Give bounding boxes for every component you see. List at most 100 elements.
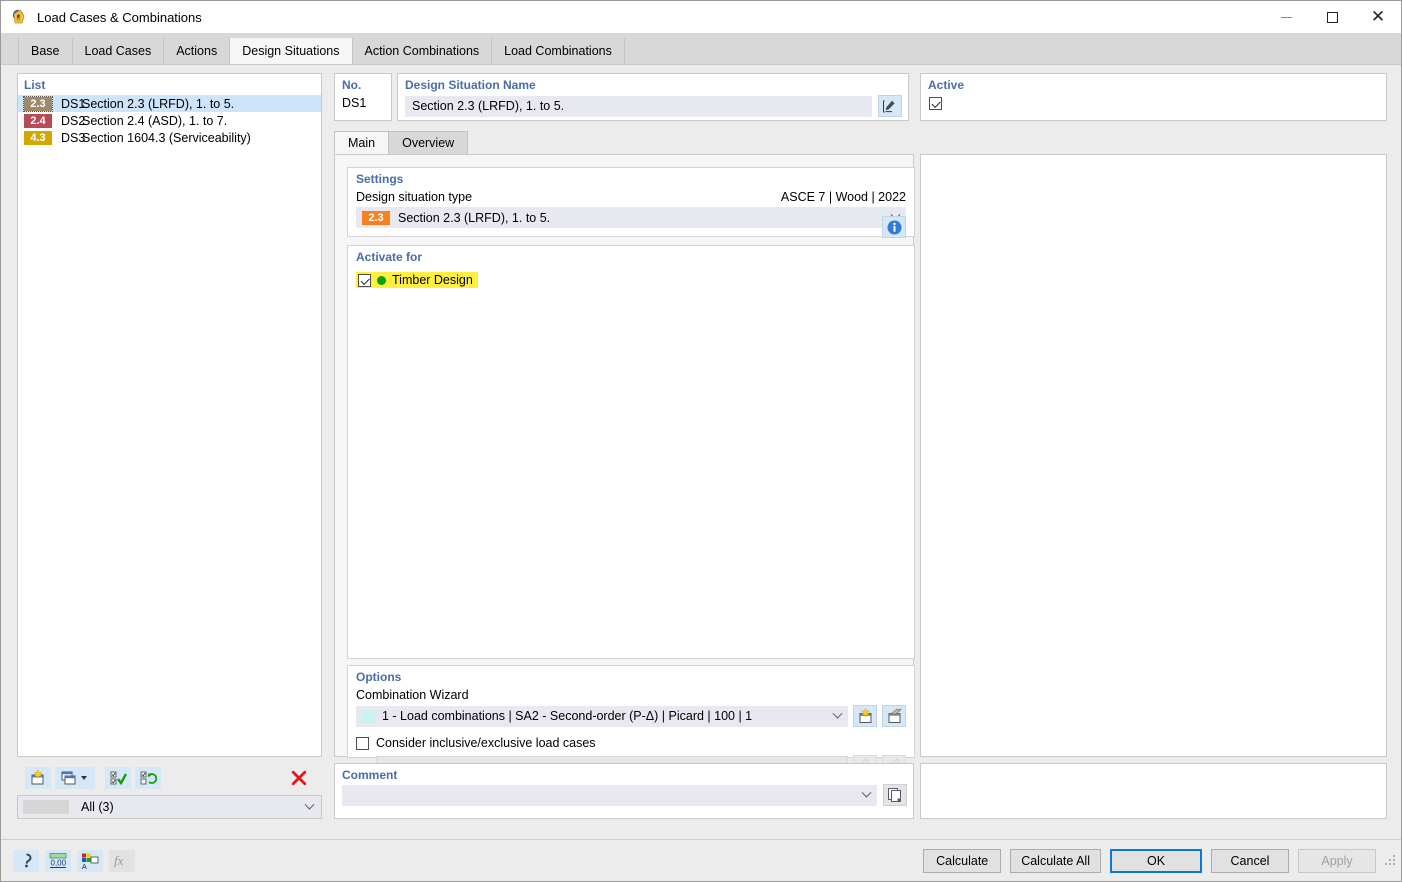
standard-label: ASCE 7 | Wood | 2022 xyxy=(780,190,906,204)
calculate-all-button[interactable]: Calculate All xyxy=(1010,848,1101,873)
svg-text:A: A xyxy=(82,864,87,870)
activate-for-section: Activate for Timber Design xyxy=(347,245,915,659)
activate-for-header: Activate for xyxy=(356,250,423,264)
design-situations-list-panel: List 2.3 DS1 Section 2.3 (LRFD), 1. to 5… xyxy=(17,73,322,757)
list-item-name: Section 2.3 (LRFD), 1. to 5. xyxy=(82,96,235,111)
comment-header: Comment xyxy=(342,768,398,782)
apply-button: Apply xyxy=(1298,848,1376,873)
comment-library-icon[interactable] xyxy=(883,784,907,806)
list-item-badge: 2.3 xyxy=(23,95,53,112)
tab-load-cases[interactable]: Load Cases xyxy=(71,38,165,64)
design-situation-type-badge: 2.3 xyxy=(362,210,390,225)
design-situation-type-dropdown[interactable]: 2.3 Section 2.3 (LRFD), 1. to 5. xyxy=(356,207,906,228)
edit-wizard-icon[interactable] xyxy=(882,705,906,727)
no-header: No. xyxy=(342,78,362,92)
list-item-no: DS1 xyxy=(61,96,86,111)
resize-grip[interactable] xyxy=(1385,854,1397,867)
comment-panel: Comment xyxy=(334,763,914,819)
svg-text:fx: fx xyxy=(114,853,124,868)
select-all-icon[interactable] xyxy=(105,767,131,789)
right-comment-panel xyxy=(920,763,1387,819)
list-item-name: Section 1604.3 (Serviceability) xyxy=(82,130,251,145)
options-header: Options xyxy=(356,670,402,684)
list-item-badge: 4.3 xyxy=(24,130,52,145)
chevron-down-icon xyxy=(861,787,872,798)
list-item[interactable]: 2.3 DS1 Section 2.3 (LRFD), 1. to 5. xyxy=(18,95,321,112)
list-item-name: Section 2.4 (ASD), 1. to 7. xyxy=(82,113,228,128)
list-item-badge: 2.4 xyxy=(24,113,52,128)
consider-inclusive-exclusive-label: Consider inclusive/exclusive load cases xyxy=(376,736,596,750)
design-situation-type-value: Section 2.3 (LRFD), 1. to 5. xyxy=(398,210,551,225)
svg-text:0,00: 0,00 xyxy=(51,858,67,867)
cancel-button[interactable]: Cancel xyxy=(1211,848,1289,873)
formula-icon: fx xyxy=(109,849,135,872)
new-wizard-icon[interactable] xyxy=(853,705,877,727)
title-bar: 6 Load Cases & Combinations ✕ xyxy=(1,1,1401,33)
chevron-down-icon xyxy=(832,708,843,719)
tab-base[interactable]: Base xyxy=(18,38,73,64)
main-tab-content: Settings Design situation type ASCE 7 | … xyxy=(334,154,915,777)
timber-design-label: Timber Design xyxy=(392,273,473,287)
design-situation-type-label: Design situation type xyxy=(356,190,473,204)
active-panel: Active xyxy=(920,73,1387,121)
list-toolbar xyxy=(17,763,322,793)
tab-overview[interactable]: Overview xyxy=(388,131,469,154)
list-header: List xyxy=(24,78,46,92)
list-item-no: DS3 xyxy=(61,130,86,145)
list-item[interactable]: 4.3 DS3 Section 1604.3 (Serviceability) xyxy=(18,129,321,146)
settings-header: Settings xyxy=(356,172,404,186)
no-value: DS1 xyxy=(342,96,367,110)
list-item-no: DS2 xyxy=(61,113,86,128)
comment-input[interactable] xyxy=(342,784,877,806)
design-situation-name-input[interactable]: Section 2.3 (LRFD), 1. to 5. xyxy=(405,95,872,117)
active-header: Active xyxy=(928,78,965,92)
status-dot-icon xyxy=(377,275,386,285)
invert-selection-icon[interactable] xyxy=(135,767,161,789)
combination-wizard-label: Combination Wizard xyxy=(356,688,469,702)
ok-button[interactable]: OK xyxy=(1110,848,1202,873)
tab-design-situations[interactable]: Design Situations xyxy=(229,38,353,64)
right-preview-panel xyxy=(920,154,1387,757)
tab-actions[interactable]: Actions xyxy=(163,38,231,64)
copy-design-situation-icon[interactable] xyxy=(55,767,95,789)
window-controls: ✕ xyxy=(1263,1,1401,33)
tab-main[interactable]: Main xyxy=(334,131,390,154)
delete-icon[interactable] xyxy=(286,767,312,789)
bottom-bar: 0,00 A fx Calculate Calculate All OK Can… xyxy=(1,839,1401,881)
decimal-places-icon[interactable]: 0,00 xyxy=(45,849,71,872)
active-checkbox[interactable] xyxy=(929,97,942,110)
list-item[interactable]: 2.4 DS2 Section 2.4 (ASD), 1. to 7. xyxy=(18,112,321,129)
calculate-button[interactable]: Calculate xyxy=(923,848,1002,873)
design-situation-name-panel: Design Situation Name Section 2.3 (LRFD)… xyxy=(397,73,909,121)
help-icon[interactable] xyxy=(13,849,39,872)
new-design-situation-icon[interactable] xyxy=(25,767,51,789)
units-icon[interactable]: A xyxy=(77,849,103,872)
dialog-window: 6 Load Cases & Combinations ✕ Base Load … xyxy=(0,0,1402,882)
load-case-icon: 6 xyxy=(9,7,29,27)
no-panel: No. DS1 xyxy=(334,73,392,121)
list-filter-dropdown[interactable]: All (3) xyxy=(17,795,322,819)
activate-for-item-timber-design[interactable]: Timber Design xyxy=(356,272,478,288)
edit-name-icon[interactable] xyxy=(878,95,902,117)
minimize-button[interactable] xyxy=(1263,1,1309,33)
close-button[interactable]: ✕ xyxy=(1355,1,1401,33)
design-situations-list[interactable]: 2.3 DS1 Section 2.3 (LRFD), 1. to 5. 2.4… xyxy=(18,95,321,146)
window-title: Load Cases & Combinations xyxy=(37,9,202,25)
maximize-button[interactable] xyxy=(1309,1,1355,33)
main-tab-strip: Base Load Cases Actions Design Situation… xyxy=(1,33,1401,65)
timber-design-checkbox[interactable] xyxy=(358,273,371,287)
info-icon[interactable] xyxy=(882,216,906,238)
combination-wizard-swatch xyxy=(362,709,375,723)
list-filter-swatch xyxy=(23,800,69,814)
tab-action-combinations[interactable]: Action Combinations xyxy=(351,38,493,64)
inner-tab-strip: Main Overview xyxy=(334,131,909,154)
consider-inclusive-exclusive-checkbox[interactable] xyxy=(356,736,369,750)
combination-wizard-value: 1 - Load combinations | SA2 - Second-ord… xyxy=(382,709,753,723)
combination-wizard-dropdown[interactable]: 1 - Load combinations | SA2 - Second-ord… xyxy=(356,705,848,727)
tab-load-combinations[interactable]: Load Combinations xyxy=(491,38,625,64)
options-section: Options Combination Wizard 1 - Load comb… xyxy=(347,665,915,777)
design-situation-name-header: Design Situation Name xyxy=(405,78,536,92)
chevron-down-icon xyxy=(304,799,315,810)
settings-section: Settings Design situation type ASCE 7 | … xyxy=(347,167,915,238)
list-filter-label: All (3) xyxy=(81,800,114,814)
